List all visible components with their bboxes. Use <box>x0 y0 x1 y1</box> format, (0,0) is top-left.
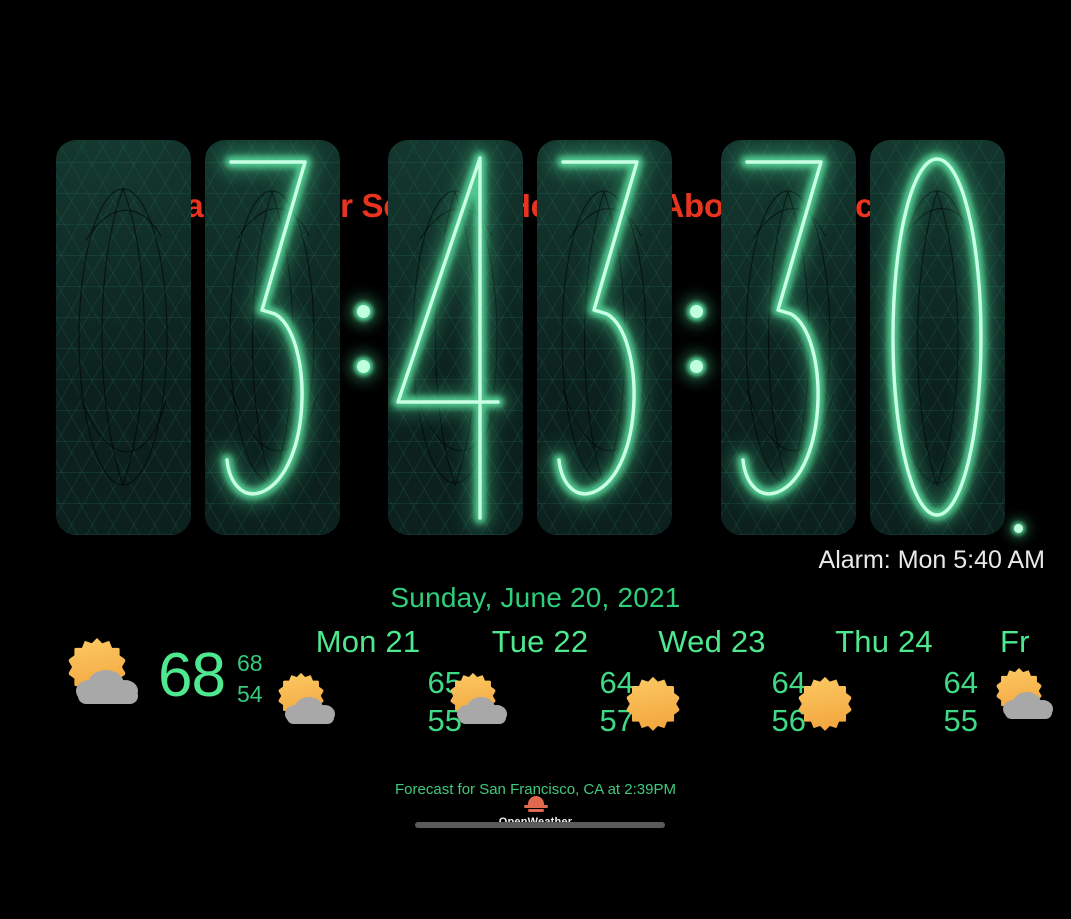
home-indicator[interactable] <box>415 822 665 828</box>
clock-digit-panel <box>870 140 1005 535</box>
clock-digit-panel <box>56 140 191 535</box>
forecast-day-label: Thu 24 <box>835 624 933 659</box>
forecast-day-label: Mon 21 <box>315 624 421 659</box>
sun-icon <box>790 669 864 735</box>
sun-behind-cloud-icon <box>274 669 348 735</box>
forecast-day: Fr <box>956 624 1071 730</box>
forecast-day: Mon 21 65 55 <box>268 624 468 740</box>
sun-behind-cloud-icon <box>62 636 154 716</box>
alarm-label[interactable]: Alarm: Mon 5:40 AM <box>819 546 1045 575</box>
clock-colon <box>685 305 707 373</box>
clock-colon <box>352 305 374 373</box>
current-low: 54 <box>236 681 263 707</box>
current-high-low: 68 54 <box>237 642 263 710</box>
sun-behind-cloud-icon <box>446 669 520 735</box>
sun-behind-cloud-icon <box>992 664 1066 730</box>
openweather-logo-icon <box>522 796 550 812</box>
weather-strip[interactable]: 68 68 54 Mon 21 65 55 Tue 22 64 57 Wed 2… <box>0 624 1071 774</box>
forecast-day: Thu 24 64 55 <box>784 624 984 740</box>
forecast-day: Tue 22 64 57 <box>440 624 640 740</box>
forecast-day-label: Tue 22 <box>491 624 589 659</box>
current-weather: 68 68 54 <box>62 636 263 716</box>
current-temperature: 68 <box>158 641 226 710</box>
current-high: 68 <box>236 649 263 676</box>
bnclock-screen: Tap here for Settings, Help, and About b… <box>0 0 1071 919</box>
clock-digit-panel <box>721 140 856 535</box>
forecast-day-label: Wed 23 <box>658 624 766 659</box>
clock-digit-panel <box>537 140 672 535</box>
colon-dot <box>689 305 703 318</box>
settings-hint-banner: Tap here for Settings, Help, and About b… <box>0 92 1071 225</box>
colon-dot <box>689 360 703 373</box>
forecast-day-label: Fr <box>1000 624 1030 659</box>
colon-dot <box>356 305 370 318</box>
seconds-indicator-dot <box>1014 524 1023 533</box>
colon-dot <box>356 360 370 373</box>
clock-digit-panel <box>205 140 340 535</box>
date-label: Sunday, June 20, 2021 <box>390 582 681 613</box>
neon-clock[interactable]: 3:43:30 <box>0 140 1071 535</box>
clock-digit-panel <box>388 140 523 535</box>
forecast-day: Wed 23 64 56 <box>612 624 812 740</box>
sun-icon <box>618 669 692 735</box>
